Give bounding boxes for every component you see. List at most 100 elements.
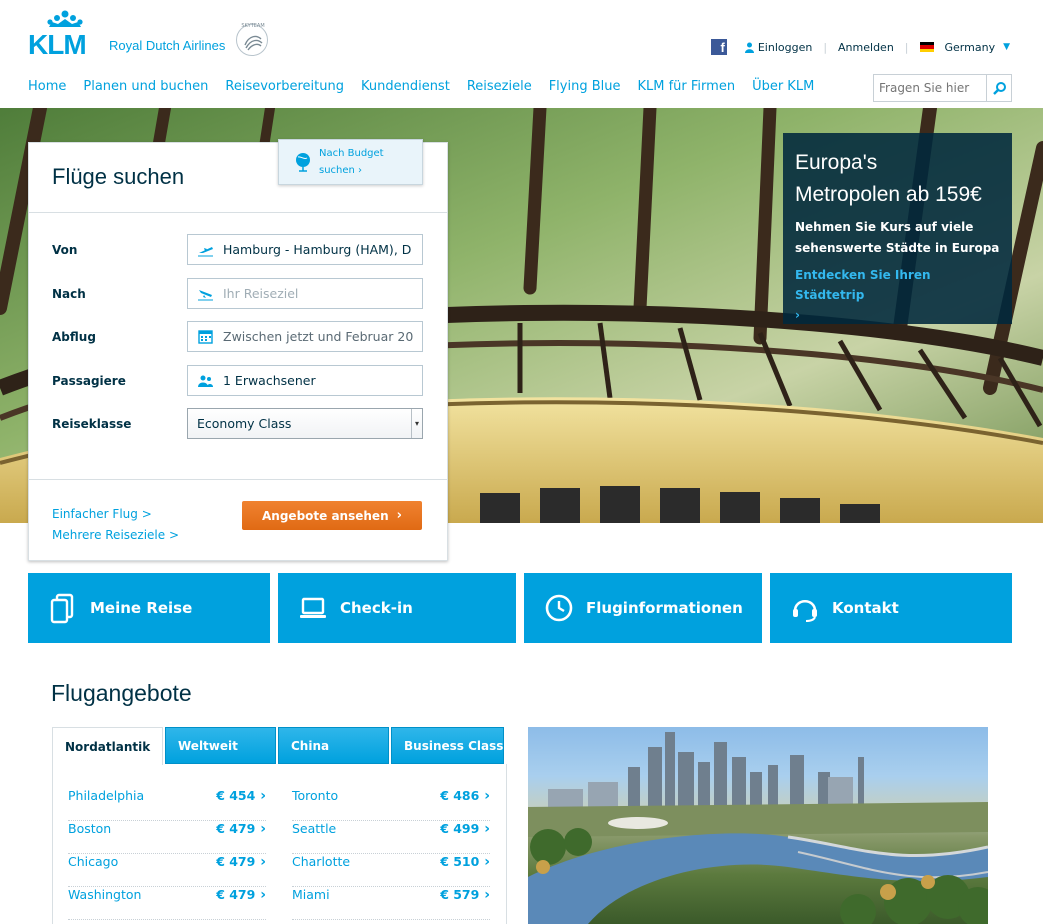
passengers-label: Passagiere xyxy=(52,373,126,388)
nav-item-planen-und-buchen[interactable]: Planen und buchen xyxy=(83,79,208,94)
city-skyline-photo[interactable] xyxy=(528,727,988,924)
tile-check-in[interactable]: Check-in xyxy=(278,573,516,643)
offer-charlotte[interactable]: Charlotte € 510 xyxy=(292,854,490,887)
select-arrow-icon: ▾ xyxy=(411,409,422,438)
multi-city-link[interactable]: Mehrere Reiseziele > xyxy=(52,525,179,546)
offer-washington[interactable]: Washington € 479 xyxy=(68,887,266,920)
login-link[interactable]: Einloggen xyxy=(744,41,812,54)
offer-boston[interactable]: Boston € 479 xyxy=(68,821,266,854)
to-input[interactable]: Ihr Reiseziel xyxy=(187,278,423,309)
nav-item-reisevorbereitung[interactable]: Reisevorbereitung xyxy=(225,79,344,94)
offer-city: Philadelphia xyxy=(68,788,145,803)
tile-meine-reise[interactable]: Meine Reise xyxy=(28,573,270,643)
nav-item-home[interactable]: Home xyxy=(28,79,66,94)
passengers-icon xyxy=(198,375,213,387)
logo-tagline: Royal Dutch Airlines xyxy=(109,38,226,53)
class-row: Reiseklasse Economy Class ▾ xyxy=(52,408,424,439)
top-links: f Einloggen | Anmelden | Germany ▼ xyxy=(710,38,1010,56)
offers-column-left: Philadelphia € 454 Boston € 479 Chicago … xyxy=(68,788,266,920)
tile-kontakt-label: Kontakt xyxy=(832,599,899,617)
tab-china[interactable]: China xyxy=(278,727,389,764)
class-select[interactable]: Economy Class ▾ xyxy=(187,408,423,439)
to-placeholder: Ihr Reiseziel xyxy=(223,286,299,301)
offer-toronto[interactable]: Toronto € 486 xyxy=(292,788,490,821)
promo-title-line1: Europa's xyxy=(795,151,878,174)
class-value: Economy Class xyxy=(197,416,292,431)
to-row: Nach Ihr Reiseziel xyxy=(52,278,424,309)
offer-chicago[interactable]: Chicago € 479 xyxy=(68,854,266,887)
budget-search-button[interactable]: Nach Budget suchen › xyxy=(278,139,423,185)
budget-label-line1: Nach Budget xyxy=(319,148,384,159)
promo-text: Nehmen Sie Kurs auf viele sehenswerte St… xyxy=(795,220,1000,255)
show-offers-button[interactable]: Angebote ansehen › xyxy=(242,501,422,530)
passengers-value: 1 Erwachsener xyxy=(223,373,316,388)
register-link[interactable]: Anmelden xyxy=(838,41,894,54)
departure-plane-icon xyxy=(198,246,213,256)
boarding-pass-icon xyxy=(50,593,74,624)
site-search xyxy=(873,74,1012,102)
offer-price: € 479 xyxy=(216,821,266,837)
offer-miami[interactable]: Miami € 579 xyxy=(292,887,490,920)
to-label: Nach xyxy=(52,286,86,301)
laptop-icon xyxy=(300,597,326,618)
flight-search-header: Flüge suchen Nach Budget suchen › xyxy=(29,139,447,213)
top-link-separator: | xyxy=(904,40,909,54)
nav-item-reiseziele[interactable]: Reiseziele xyxy=(467,79,532,94)
offer-price: € 510 xyxy=(440,854,490,870)
budget-label-line2: suchen xyxy=(319,165,355,176)
chevron-down-icon: ▼ xyxy=(1003,42,1010,52)
nav-item-ueber-klm[interactable]: Über KLM xyxy=(752,79,814,94)
clock-icon xyxy=(545,594,573,622)
offer-city: Charlotte xyxy=(292,854,351,869)
offer-seattle[interactable]: Seattle € 499 xyxy=(292,821,490,854)
germany-flag-icon xyxy=(919,42,934,52)
offers-title: Flugangebote xyxy=(51,680,192,706)
nav-item-flying-blue[interactable]: Flying Blue xyxy=(549,79,621,94)
offer-price: € 499 xyxy=(440,821,490,837)
nav-item-klm-fuer-firmen[interactable]: KLM für Firmen xyxy=(637,79,735,94)
nav-item-kundendienst[interactable]: Kundendienst xyxy=(361,79,450,94)
departure-date-input[interactable]: Zwischen jetzt und Februar 20 xyxy=(187,321,423,352)
country-label: Germany xyxy=(944,40,996,54)
country-selector[interactable]: Germany ▼ xyxy=(919,40,1010,54)
from-input[interactable]: Hamburg - Hamburg (HAM), D xyxy=(187,234,423,265)
offer-city: Toronto xyxy=(292,788,339,803)
search-icon xyxy=(992,81,1006,95)
search-option-links: Einfacher Flug > Mehrere Reiseziele > xyxy=(52,504,179,546)
promo-link[interactable]: Entdecken Sie Ihren Städtetrip › xyxy=(795,265,1000,325)
facebook-icon[interactable]: f xyxy=(710,39,727,55)
tile-meine-reise-label: Meine Reise xyxy=(90,599,193,617)
offer-price: € 479 xyxy=(216,887,266,903)
logo-wordmark: KLM xyxy=(28,29,87,60)
offer-city: Miami xyxy=(292,887,330,902)
search-button[interactable] xyxy=(986,75,1011,101)
tab-business-class[interactable]: Business Class xyxy=(391,727,504,764)
service-tiles: Meine Reise Check-in Fluginformationen K… xyxy=(28,573,1012,643)
search-input[interactable] xyxy=(874,75,986,101)
offers-list: Philadelphia € 454 Boston € 479 Chicago … xyxy=(52,764,507,924)
promo-box[interactable]: Europa's Metropolen ab 159€ Nehmen Sie K… xyxy=(783,133,1012,324)
offer-price: € 486 xyxy=(440,788,490,804)
promo-title-line2: Metropolen ab 159€ xyxy=(795,183,982,206)
tile-kontakt[interactable]: Kontakt xyxy=(770,573,1012,643)
top-link-separator: | xyxy=(823,40,828,54)
one-way-link[interactable]: Einfacher Flug > xyxy=(52,504,179,525)
chevron-right-icon: › xyxy=(396,508,402,523)
tile-fluginformationen[interactable]: Fluginformationen xyxy=(524,573,762,643)
offer-philadelphia[interactable]: Philadelphia € 454 xyxy=(68,788,266,821)
departure-value: Zwischen jetzt und Februar 20 xyxy=(223,329,414,344)
offer-city: Washington xyxy=(68,887,142,902)
tab-weltweit[interactable]: Weltweit xyxy=(165,727,276,764)
klm-logo[interactable]: KLM Royal Dutch Airlines SKYTEAM xyxy=(28,10,278,60)
arrival-plane-icon xyxy=(198,289,213,300)
globe-icon xyxy=(296,153,310,172)
departure-row: Abflug Zwischen jetzt und Februar 20 xyxy=(52,321,424,352)
city-skyline-illustration xyxy=(528,732,988,924)
budget-search-label: Nach Budget suchen › xyxy=(319,148,384,176)
tab-nordatlantik[interactable]: Nordatlantik xyxy=(52,727,163,765)
passengers-input[interactable]: 1 Erwachsener xyxy=(187,365,423,396)
class-label: Reiseklasse xyxy=(52,416,132,431)
chevron-right-icon: › xyxy=(795,308,800,322)
offer-city: Boston xyxy=(68,821,112,836)
offer-price: € 579 xyxy=(440,887,490,903)
